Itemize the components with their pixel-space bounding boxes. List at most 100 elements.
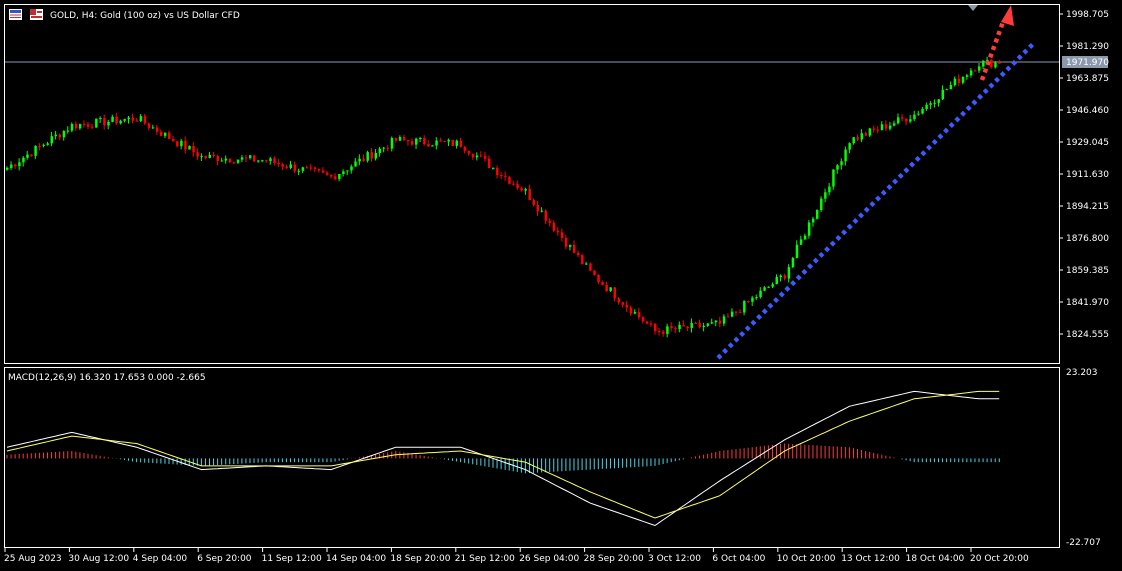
candle-body <box>172 138 175 142</box>
candle-body <box>730 311 734 317</box>
candle-body <box>544 210 548 221</box>
candle-body <box>168 132 171 139</box>
candle-body <box>678 324 681 330</box>
price-tick-label: 1894.215 <box>1066 202 1109 212</box>
current-price-label: 1971.970 <box>1066 58 1109 68</box>
candle-body <box>366 152 369 161</box>
candle-body <box>362 158 365 161</box>
candle-body <box>824 192 827 199</box>
candle-body <box>508 176 511 184</box>
candle-body <box>269 158 272 162</box>
candle-body <box>317 168 321 171</box>
candle-body <box>439 140 442 142</box>
candle-body <box>289 164 292 169</box>
candle-body <box>66 130 70 132</box>
candle-body <box>714 320 718 323</box>
candle-body <box>617 298 621 303</box>
candle-body <box>718 320 722 324</box>
candle-body <box>435 140 438 146</box>
candle-body <box>244 157 248 159</box>
candle-body <box>249 155 252 158</box>
time-tick-label: 25 Aug 2023 <box>4 554 62 564</box>
candle-body <box>613 287 616 299</box>
time-tick-label: 4 Sep 04:00 <box>133 554 188 564</box>
candle-body <box>747 301 750 303</box>
candle-body <box>654 323 657 332</box>
up-arrow-shaft[interactable] <box>979 21 1006 81</box>
time-tick-label: 18 Sep 20:00 <box>390 554 450 564</box>
candle-body <box>852 137 855 144</box>
candle-body <box>682 324 685 327</box>
price-tick-label: 1998.705 <box>1066 10 1109 20</box>
candle-body <box>30 154 33 156</box>
candle-body <box>451 139 454 146</box>
candle-body <box>840 161 843 166</box>
candle-body <box>107 121 110 126</box>
candle-body <box>358 158 361 162</box>
candle-body <box>573 244 576 253</box>
candle-body <box>775 277 778 285</box>
candle-body <box>471 153 475 158</box>
candle-body <box>548 220 552 223</box>
candle-body <box>524 189 527 191</box>
candle-body <box>876 129 880 131</box>
candle-body <box>188 146 191 150</box>
candle-body <box>487 158 491 169</box>
candle-body <box>803 235 807 240</box>
candle-body <box>115 116 118 124</box>
candle-body <box>479 155 483 157</box>
candle-body <box>953 78 957 86</box>
candle-body <box>973 70 977 72</box>
candle-body <box>58 134 62 138</box>
candle-body <box>492 167 495 169</box>
candle-body <box>666 326 669 334</box>
candle-body <box>969 70 973 76</box>
candle-body <box>880 124 884 130</box>
candle-body <box>836 165 839 170</box>
price-panel-frame <box>4 4 1060 364</box>
candle-body <box>325 172 329 175</box>
market-flag-icon[interactable] <box>30 9 43 20</box>
candle-body <box>751 297 754 302</box>
candle-body <box>917 113 920 115</box>
candle-body <box>929 103 932 105</box>
candle-body <box>884 124 888 129</box>
candle-body <box>913 114 916 120</box>
candle-body <box>949 85 953 90</box>
time-tick-label: 3 Oct 12:00 <box>648 554 701 564</box>
chart-window-icon[interactable] <box>9 9 22 20</box>
support-trendline[interactable] <box>716 40 1037 360</box>
candle-body <box>771 284 774 287</box>
candle-body <box>872 128 876 130</box>
price-tick-label: 1824.555 <box>1066 330 1109 340</box>
candle-body <box>301 167 305 171</box>
macd-signal-line <box>6 390 1000 519</box>
candle-body <box>811 218 815 223</box>
candle-body <box>50 136 54 144</box>
candle-body <box>216 156 220 162</box>
candle-body <box>888 125 892 129</box>
candle-body <box>82 124 86 126</box>
period-marker-triangle <box>968 5 978 11</box>
candle-body <box>990 59 993 68</box>
candle-body <box>516 184 519 189</box>
candle-body <box>338 174 341 180</box>
candle-body <box>694 322 697 324</box>
candle-body <box>309 167 313 169</box>
candle-body <box>945 89 949 91</box>
candle-body <box>208 154 211 158</box>
candle-body <box>978 66 981 71</box>
candle-body <box>933 102 936 104</box>
candle-body <box>564 237 568 247</box>
candle-body <box>965 75 969 77</box>
candle-body <box>645 321 649 324</box>
time-tick-label: 6 Sep 20:00 <box>197 554 252 564</box>
candle-body <box>285 166 288 169</box>
candle-body <box>475 155 479 158</box>
candle-body <box>123 119 126 121</box>
price-chart[interactable]: 1998.705 1981.290 1963.875 1946.460 1929.045… <box>0 0 1122 571</box>
candle-body <box>330 174 333 177</box>
candle-body <box>504 175 507 177</box>
candle-body <box>662 331 665 334</box>
candle-body <box>568 244 572 247</box>
